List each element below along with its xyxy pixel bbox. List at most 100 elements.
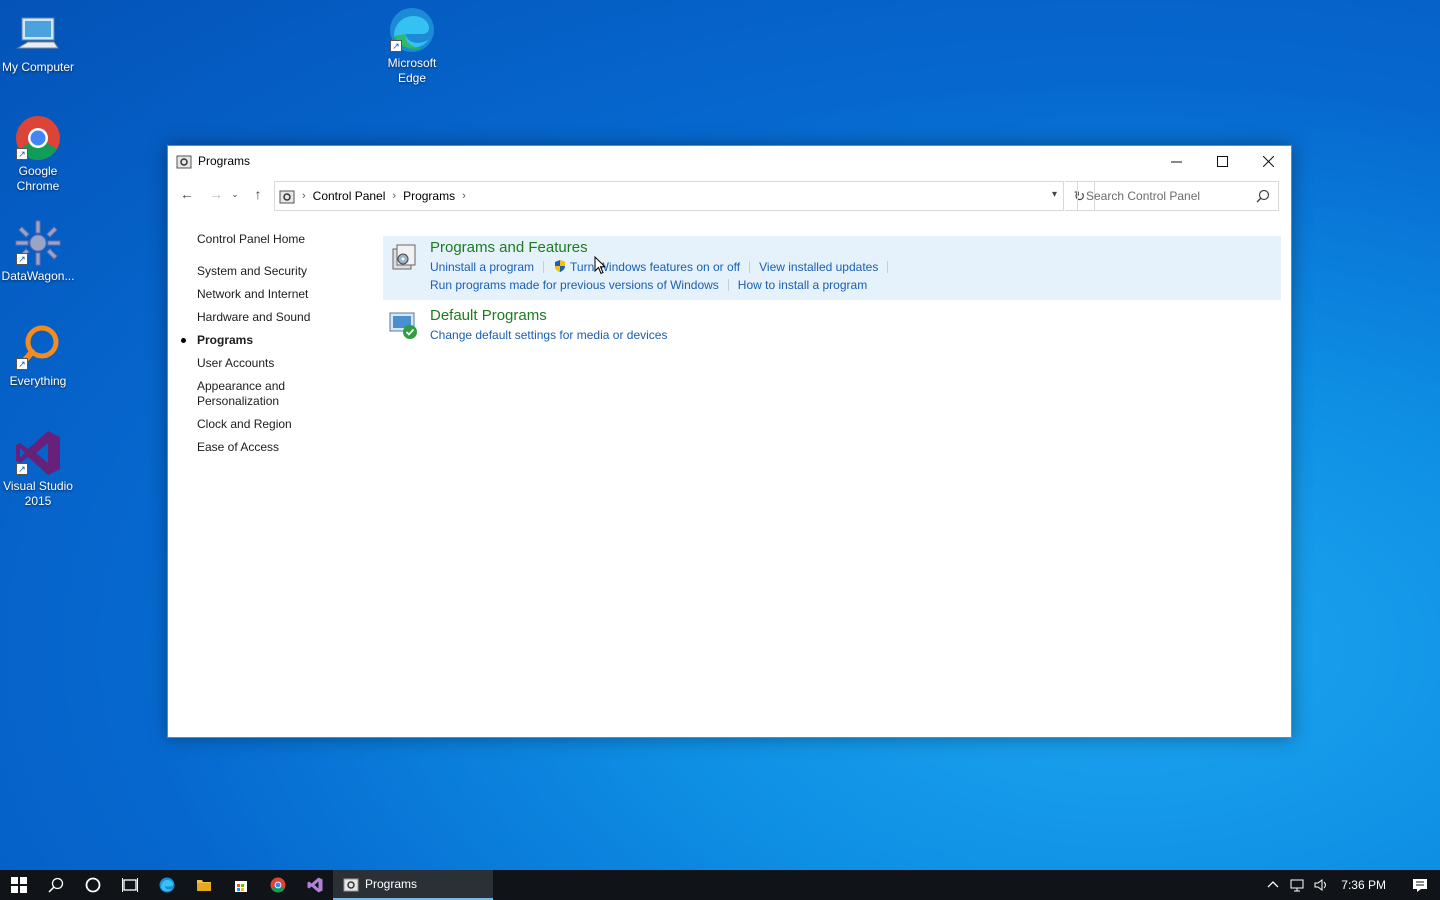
taskbar-file-explorer[interactable] <box>185 870 222 900</box>
breadcrumb-separator-icon[interactable]: › <box>302 190 306 202</box>
default-programs-link[interactable]: Default Programs <box>430 306 1281 326</box>
taskbar-edge[interactable] <box>148 870 185 900</box>
taskbar-clock[interactable]: 7:36 PM <box>1333 878 1400 892</box>
breadcrumb-control-panel[interactable]: Control Panel <box>313 189 386 203</box>
title-bar[interactable]: Programs <box>168 146 1291 176</box>
shortcut-arrow-icon: ↗ <box>16 253 28 265</box>
shortcut-arrow-icon: ↗ <box>16 463 28 475</box>
breadcrumb-programs[interactable]: Programs <box>403 189 455 203</box>
arrow-right-icon: → <box>209 186 223 202</box>
left-navigation: Control Panel Home System and Security N… <box>181 232 367 463</box>
network-icon <box>1290 879 1304 892</box>
address-bar[interactable]: › Control Panel › Programs › ▾ <box>274 181 1064 211</box>
breadcrumb-separator-icon[interactable]: › <box>392 190 396 202</box>
show-hidden-icons-button[interactable] <box>1261 878 1285 892</box>
network-button[interactable] <box>1285 878 1309 892</box>
breadcrumb-separator-icon[interactable]: › <box>462 190 466 202</box>
recent-locations-button[interactable]: ⌄ <box>228 182 242 206</box>
programs-and-features-icon[interactable] <box>388 241 420 273</box>
desktop-icon-datawagon[interactable]: ↗ DataWagon... <box>0 219 76 284</box>
programs-window: Programs ← → ⌄ ↑ › Control Panel › Progr… <box>167 145 1292 738</box>
volume-button[interactable] <box>1309 878 1333 892</box>
change-default-settings-link[interactable]: Change default settings for media or dev… <box>430 328 667 342</box>
uac-shield-icon <box>555 260 566 272</box>
edge-icon: ↗ <box>388 6 436 54</box>
nav-user-accounts[interactable]: User Accounts <box>197 356 367 371</box>
address-row: ← → ⌄ ↑ › Control Panel › Programs › ▾ ↻ <box>168 176 1291 212</box>
nav-appearance-and-personalization[interactable]: Appearance and Personalization <box>197 379 307 409</box>
speaker-icon <box>1314 879 1327 891</box>
desktop-icon-label: My Computer <box>1 60 75 74</box>
nav-programs[interactable]: Programs <box>181 333 367 348</box>
control-panel-home-link[interactable]: Control Panel Home <box>197 232 367 246</box>
forward-button[interactable]: → <box>204 182 228 206</box>
search-icon[interactable] <box>1256 189 1270 203</box>
back-button[interactable]: ← <box>175 182 199 206</box>
shortcut-arrow-icon: ↗ <box>16 358 28 370</box>
close-icon <box>1262 155 1274 167</box>
edge-icon <box>159 877 174 893</box>
taskbar-store[interactable] <box>222 870 259 900</box>
minimize-button[interactable] <box>1153 146 1199 176</box>
minimize-icon <box>1170 161 1182 162</box>
datawagon-icon: ↗ <box>14 219 62 267</box>
link-divider <box>543 261 545 273</box>
task-view-button[interactable] <box>111 870 148 900</box>
uninstall-program-link[interactable]: Uninstall a program <box>430 260 534 274</box>
taskbar-chrome[interactable] <box>259 870 296 900</box>
desktop-icon-chrome[interactable]: ↗ Google Chrome <box>0 114 76 194</box>
view-installed-updates-link[interactable]: View installed updates <box>759 260 878 274</box>
shortcut-arrow-icon: ↗ <box>16 148 28 160</box>
desktop-icon-edge[interactable]: ↗ Microsoft Edge <box>374 6 450 86</box>
address-dropdown-icon[interactable]: ▾ <box>1052 189 1057 200</box>
search-taskbar-button[interactable] <box>37 870 74 900</box>
content-area: Programs and Features Uninstall a progra… <box>383 236 1281 350</box>
search-icon <box>47 877 63 893</box>
nav-system-and-security[interactable]: System and Security <box>197 264 367 279</box>
cortana-button[interactable] <box>74 870 111 900</box>
desktop-icon-everything[interactable]: ↗ Everything <box>0 324 76 389</box>
window-title: Programs <box>198 154 251 168</box>
cortana-circle-icon <box>85 877 100 893</box>
start-button[interactable] <box>0 870 37 900</box>
up-button[interactable]: ↑ <box>246 182 270 206</box>
control-panel-icon <box>279 188 295 204</box>
maximize-icon <box>1216 155 1228 167</box>
close-button[interactable] <box>1245 146 1291 176</box>
nav-clock-and-region[interactable]: Clock and Region <box>197 417 367 432</box>
link-divider <box>749 261 751 273</box>
desktop-icon-my-computer[interactable]: My Computer <box>0 10 76 75</box>
chrome-icon <box>270 877 285 893</box>
search-box[interactable] <box>1077 181 1279 211</box>
programs-and-features-link[interactable]: Programs and Features <box>430 238 1281 258</box>
desktop-icon-label: DataWagon... <box>1 269 75 283</box>
desktop-icon-label: Microsoft Edge <box>387 56 437 85</box>
how-to-install-program-link[interactable]: How to install a program <box>738 278 867 292</box>
desktop-icon-visual-studio[interactable]: ↗ Visual Studio 2015 <box>0 429 76 509</box>
taskbar-visual-studio[interactable] <box>296 870 333 900</box>
control-panel-icon <box>176 153 192 169</box>
visual-studio-icon <box>307 877 322 893</box>
visual-studio-icon: ↗ <box>14 429 62 477</box>
default-programs-icon[interactable] <box>388 309 420 341</box>
taskbar-task-label: Programs <box>365 877 418 891</box>
run-programs-previous-versions-link[interactable]: Run programs made for previous versions … <box>430 278 719 292</box>
action-center-button[interactable] <box>1400 877 1440 893</box>
desktop-icon-label: Everything <box>9 374 67 388</box>
nav-network-and-internet[interactable]: Network and Internet <box>197 287 367 302</box>
store-icon <box>234 881 247 892</box>
arrow-left-icon: ← <box>180 186 194 202</box>
chevron-down-icon: ⌄ <box>231 188 239 199</box>
chrome-icon: ↗ <box>14 114 62 162</box>
search-input[interactable] <box>1086 189 1246 203</box>
link-divider <box>887 261 889 273</box>
nav-ease-of-access[interactable]: Ease of Access <box>197 440 367 455</box>
windows-logo-icon <box>10 877 27 893</box>
maximize-button[interactable] <box>1199 146 1245 176</box>
nav-hardware-and-sound[interactable]: Hardware and Sound <box>197 310 367 325</box>
chevron-up-icon <box>1267 881 1279 888</box>
arrow-up-icon: ↑ <box>254 186 262 202</box>
taskbar-programs-window[interactable]: Programs <box>333 870 493 900</box>
folder-icon <box>196 880 211 891</box>
taskbar: Programs 7:36 PM <box>0 870 1440 900</box>
